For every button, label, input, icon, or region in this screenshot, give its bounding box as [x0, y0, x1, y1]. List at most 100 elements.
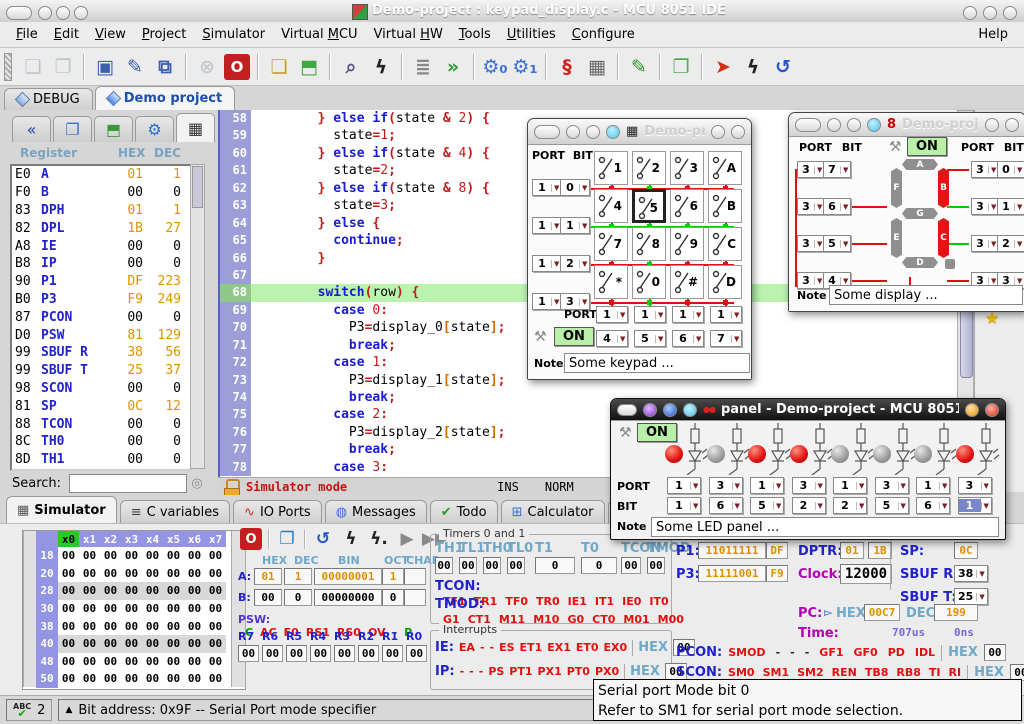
register-row-sp[interactable]: 81SP0C12: [12, 397, 190, 415]
memory-col-header-x4[interactable]: x4: [142, 531, 163, 547]
pcon-flag--[interactable]: -: [776, 646, 781, 659]
timer-value-T1[interactable]: 0: [535, 557, 575, 574]
ie-flag--[interactable]: -: [490, 641, 495, 654]
menu-virtual-mcu[interactable]: Virtual MCU: [273, 24, 365, 45]
register-row-psw[interactable]: D0PSW81129: [12, 326, 190, 344]
scon-flag-SM1[interactable]: SM1: [763, 666, 790, 679]
keypad-window-titlebar[interactable]: ▦ Demo-project: [528, 119, 751, 145]
ip-flag-PT1[interactable]: PT1: [509, 665, 532, 678]
memory-cell[interactable]: 00: [121, 653, 142, 671]
register-row-dpl[interactable]: 82DPL1B27: [12, 219, 190, 237]
keypad-shade-button[interactable]: [606, 125, 620, 139]
line-number[interactable]: 63: [220, 197, 251, 214]
sevenseg-note-input[interactable]: Some display ...: [829, 285, 1023, 305]
memory-cell[interactable]: 00: [184, 582, 205, 600]
line-number[interactable]: 71: [220, 337, 251, 354]
sbuft-select[interactable]: 25▼: [954, 588, 988, 605]
line-number[interactable]: 73: [220, 372, 251, 389]
memory-cell[interactable]: 00: [100, 653, 121, 671]
register-row-th1[interactable]: 8DTH1000: [12, 451, 190, 469]
ip-flag-PX1[interactable]: PX1: [538, 665, 562, 678]
sevenseg-help-button[interactable]: [985, 118, 999, 132]
memory-cell[interactable]: 00: [121, 547, 142, 565]
new-project-icon[interactable]: ❏: [266, 54, 292, 80]
memory-cell[interactable]: 00: [100, 582, 121, 600]
sevenseg-config-wrench-icon[interactable]: ⚒: [889, 139, 902, 155]
segment-G[interactable]: G: [902, 208, 938, 219]
memory-cell[interactable]: 00: [163, 582, 184, 600]
sim-run-icon[interactable]: ▶: [396, 528, 418, 550]
memory-cell[interactable]: 00: [100, 670, 121, 688]
memory-cell[interactable]: 00: [184, 600, 205, 618]
led-4-bit-select[interactable]: 2▼: [833, 497, 867, 514]
scon-flag-RB8[interactable]: RB8: [896, 666, 921, 679]
register-row-p1[interactable]: 90P1DF223: [12, 273, 190, 291]
bottom-tab-io-ports[interactable]: ∿IO Ports: [233, 500, 322, 523]
toolbar-grip[interactable]: [4, 53, 12, 81]
sevenseg-left2-port-select[interactable]: 3▼: [797, 235, 825, 252]
window-close-button[interactable]: [1003, 5, 1017, 20]
memory-cell[interactable]: 00: [163, 617, 184, 635]
ie-flag-ET0[interactable]: ET0: [576, 641, 599, 654]
keypad-key-4[interactable]: 4: [594, 189, 628, 223]
ip-flag-PX0[interactable]: PX0: [595, 665, 619, 678]
B-hex-value[interactable]: 00: [254, 589, 282, 606]
sevenseg-right0-port-select[interactable]: 3▼: [971, 161, 999, 178]
keypad-minimize-button[interactable]: [566, 125, 580, 139]
timer-value-TH0[interactable]: 00: [483, 557, 501, 574]
save-all-icon[interactable]: ⧉: [152, 54, 178, 80]
memory-cell[interactable]: 00: [184, 635, 205, 653]
sevenseg-left1-bit-select[interactable]: 6▼: [823, 198, 851, 215]
segment-B[interactable]: B: [938, 168, 949, 208]
keypad-menu-button[interactable]: [534, 125, 560, 139]
scon-flag-SM0[interactable]: SM0: [728, 666, 755, 679]
left-tab-folder-icon[interactable]: ⬒: [94, 116, 133, 142]
exit-icon[interactable]: O: [224, 54, 250, 80]
ie-flag-ES[interactable]: ES: [499, 641, 514, 654]
line-number[interactable]: 70: [220, 319, 251, 336]
sevenseg-right0-bit-select[interactable]: 0▼: [997, 161, 1024, 178]
memory-cell[interactable]: 00: [58, 547, 79, 565]
memory-col-header-x1[interactable]: x1: [79, 531, 100, 547]
keypad-key-A[interactable]: A: [708, 151, 742, 185]
memory-cell[interactable]: 00: [58, 653, 79, 671]
keypad-col3-port-select[interactable]: 1▼: [710, 306, 742, 323]
memory-cell[interactable]: 00: [205, 635, 226, 653]
keypad-key-9[interactable]: 9: [670, 227, 704, 261]
tmod-flag-M01[interactable]: M01: [623, 613, 649, 626]
r-value-R4[interactable]: 00: [310, 645, 331, 662]
segment-D[interactable]: D: [902, 257, 938, 268]
register-row-ip[interactable]: B8IP000: [12, 255, 190, 273]
led-0-port-select[interactable]: 1▼: [667, 477, 701, 494]
memory-cell[interactable]: 00: [58, 565, 79, 583]
sevenseg-right1-bit-select[interactable]: 1▼: [997, 198, 1024, 215]
r-value-R5[interactable]: 00: [286, 645, 307, 662]
line-number[interactable]: 69: [220, 302, 251, 319]
memory-cell[interactable]: 00: [205, 582, 226, 600]
menu-configure[interactable]: Configure: [564, 24, 643, 45]
memory-cell[interactable]: 00: [142, 670, 163, 688]
pcon-flag-PD[interactable]: PD: [888, 646, 905, 659]
ip-flag-PS[interactable]: PS: [488, 665, 504, 678]
timer-value-T0[interactable]: 0: [581, 557, 617, 574]
col-hex[interactable]: HEX: [118, 146, 146, 160]
sevenseg-right2-port-select[interactable]: 3▼: [971, 235, 999, 252]
sp-value[interactable]: 0C: [954, 542, 978, 559]
dptr-hi-value[interactable]: 01: [840, 542, 864, 559]
keypad-row0-bit-select[interactable]: 0▼: [560, 179, 590, 196]
memory-cell[interactable]: 00: [205, 547, 226, 565]
A-hex-value[interactable]: 01: [254, 568, 282, 585]
memory-cell[interactable]: 00: [163, 565, 184, 583]
line-number[interactable]: 75: [220, 406, 251, 423]
memory-cell[interactable]: 00: [163, 635, 184, 653]
menu-edit[interactable]: Edit: [46, 24, 87, 45]
r-value-R3[interactable]: 00: [334, 645, 355, 662]
led-6-bit-select[interactable]: 6▼: [916, 497, 950, 514]
line-number[interactable]: 77: [220, 441, 251, 458]
line-number[interactable]: 60: [220, 145, 251, 162]
memory-table[interactable]: x0x1x2x3x4x5x6x7180000000000000000200000…: [22, 530, 246, 690]
led-7-port-select[interactable]: 3▼: [958, 477, 992, 494]
line-number[interactable]: 62: [220, 180, 251, 197]
sevenseg-close-button[interactable]: [1005, 118, 1019, 132]
led-3-bit-select[interactable]: 2▼: [792, 497, 826, 514]
